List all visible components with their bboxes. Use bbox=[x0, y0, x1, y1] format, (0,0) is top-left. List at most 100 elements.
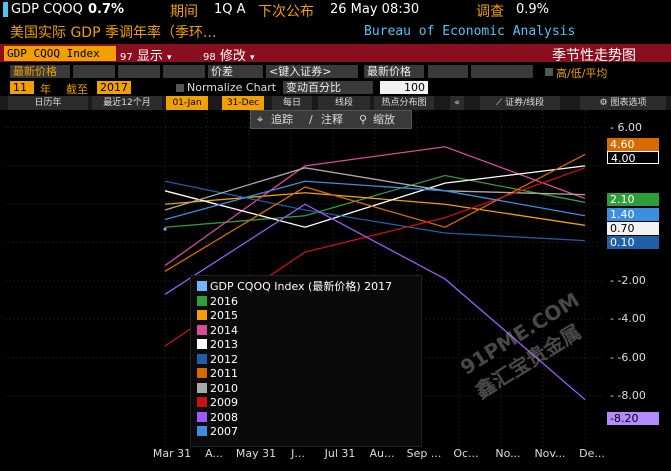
function-toolbar: GDP CQOQ Index 97 显示 ▾ 98 修改 ▾ 季节性走势图 bbox=[0, 44, 671, 64]
x-tick-label: Nov... bbox=[534, 447, 566, 460]
blank-select-5[interactable] bbox=[471, 65, 533, 78]
track-button[interactable]: 追踪 bbox=[271, 111, 293, 128]
blank-select-2[interactable] bbox=[118, 65, 160, 78]
x-tick-label: No... bbox=[495, 447, 521, 460]
x-tick-label: Oc... bbox=[453, 447, 479, 460]
line-button[interactable]: 线段 bbox=[318, 96, 370, 110]
survey-value: 0.9% bbox=[516, 2, 550, 17]
legend[interactable]: GDP CQOQ Index (最新价格) 2017 2016 2015 2014 20… bbox=[190, 275, 422, 447]
x-tick-label: Jul 31 bbox=[324, 447, 356, 460]
legend-swatch bbox=[197, 353, 207, 364]
next-release-value: 26 May 08:30 bbox=[330, 2, 420, 17]
as-of-year-input[interactable]: 2017 bbox=[97, 81, 131, 94]
mode-select[interactable]: 价差 bbox=[208, 65, 263, 78]
blank-select-4[interactable] bbox=[428, 65, 468, 78]
legend-item[interactable]: 2007 bbox=[197, 425, 238, 438]
display-menu-label: 显示 bbox=[136, 49, 163, 64]
legend-item[interactable]: 2015 bbox=[197, 309, 238, 322]
legend-label: 2013 bbox=[210, 338, 238, 351]
legend-swatch bbox=[197, 397, 207, 407]
high-low-avg-checkbox[interactable] bbox=[545, 68, 553, 76]
blank-select-1[interactable] bbox=[73, 65, 115, 78]
period-controls-row: 11 年 截至 2017 Normalize Chart 变动百分比 100 bbox=[0, 80, 671, 96]
legend-item[interactable]: 2010 bbox=[197, 382, 238, 395]
legend-item[interactable]: 2012 bbox=[197, 353, 238, 366]
y-tick-label: - -8.00 bbox=[610, 388, 646, 402]
y-tick-label: - 6.00 bbox=[610, 120, 642, 134]
legend-swatch bbox=[197, 295, 207, 306]
legend-swatch bbox=[197, 426, 207, 436]
blank-select-3[interactable] bbox=[163, 65, 205, 78]
legend-swatch bbox=[197, 368, 207, 378]
legend-label: 2011 bbox=[210, 367, 238, 380]
legend-item[interactable]: 2008 bbox=[197, 411, 238, 424]
security-description: 美国实际 GDP 季调年率（季环... bbox=[10, 25, 217, 41]
years-input[interactable]: 11 bbox=[10, 81, 34, 94]
security-line-button[interactable]: ⟋ 证券/线段 bbox=[480, 96, 560, 110]
tab-calendar-year[interactable]: 日历年 bbox=[8, 96, 88, 110]
legend-label: 2008 bbox=[210, 410, 238, 424]
change-value-input[interactable]: 100 bbox=[380, 81, 428, 94]
zoom-button[interactable]: 缩放 bbox=[373, 111, 395, 128]
annotate-button[interactable]: 注释 bbox=[321, 111, 343, 128]
legend-item[interactable]: 2014 bbox=[197, 324, 238, 337]
value-tag: -8.20 bbox=[607, 412, 659, 425]
chart-options-button[interactable]: ⚙ 图表选项 bbox=[580, 96, 666, 110]
y-tick-label: - -4.00 bbox=[610, 312, 646, 326]
legend-swatch bbox=[197, 324, 207, 335]
pencil-icon[interactable]: ∕ bbox=[309, 111, 313, 128]
heatmap-button[interactable]: 热点分布图 bbox=[374, 96, 434, 110]
price-field-select[interactable]: 最新价格 bbox=[10, 65, 70, 78]
start-date-input[interactable]: 01-Jan bbox=[166, 96, 208, 110]
gear-icon: ⚙ bbox=[599, 98, 608, 108]
value-tag: 4.00 bbox=[607, 151, 659, 165]
series-line-2016[interactable] bbox=[164, 174, 586, 228]
high-low-avg-label: 高/低/平均 bbox=[556, 67, 608, 80]
legend-label: 2010 bbox=[210, 381, 238, 395]
period-value: 1Q A bbox=[214, 2, 246, 17]
normalize-label: Normalize Chart bbox=[187, 81, 277, 94]
price-field-select-2[interactable]: 最新价格 bbox=[364, 65, 424, 78]
chart-tab-row: 日历年 最近12个月 01-Jan 31-Dec 每日 线段 热点分布图 « ⟋… bbox=[0, 96, 671, 110]
end-date-input[interactable]: 31-Dec bbox=[222, 96, 264, 110]
x-tick-label: May 31 bbox=[235, 447, 277, 460]
legend-label: 2016 bbox=[210, 294, 238, 308]
legend-swatch bbox=[197, 310, 207, 320]
edit-menu[interactable]: 98 修改 ▾ bbox=[203, 45, 255, 64]
security-input[interactable]: <键入证券> bbox=[266, 65, 358, 78]
tab-last-12m[interactable]: 最近12个月 bbox=[92, 96, 162, 110]
as-of-label: 截至 bbox=[66, 83, 88, 96]
accent-bar bbox=[3, 2, 8, 17]
legend-item[interactable]: GDP CQOQ Index (最新价格) 2017 bbox=[197, 280, 392, 293]
legend-item[interactable]: 2009 bbox=[197, 396, 238, 409]
legend-label: 2007 bbox=[210, 425, 238, 438]
normalize-checkbox[interactable] bbox=[176, 84, 184, 92]
change-pct-select[interactable]: 变动百分比 bbox=[283, 81, 373, 94]
x-tick-label: J... bbox=[291, 447, 305, 460]
value-tag: 0.10 bbox=[607, 236, 659, 249]
legend-label: 2015 bbox=[210, 309, 238, 322]
legend-label: 2009 bbox=[210, 396, 238, 409]
crosshair-icon[interactable]: ⌖ bbox=[257, 111, 263, 128]
next-release-label: 下次公布 bbox=[258, 4, 314, 20]
legend-label: GDP CQOQ Index (最新价格) 2017 bbox=[210, 280, 393, 293]
chart-line-icon: ⟋ bbox=[495, 98, 503, 108]
chevron-down-icon: ▾ bbox=[250, 53, 255, 63]
function-title: 季节性走势图 bbox=[552, 48, 636, 64]
last-value: 0.7% bbox=[88, 2, 125, 17]
legend-swatch bbox=[197, 411, 207, 422]
series-point-2017[interactable] bbox=[163, 227, 167, 231]
years-label: 年 bbox=[40, 83, 51, 96]
legend-item[interactable]: 2013 bbox=[197, 338, 238, 351]
collapse-button[interactable]: « bbox=[450, 96, 464, 110]
edit-menu-num: 98 bbox=[203, 52, 216, 63]
display-menu[interactable]: 97 显示 ▾ bbox=[120, 45, 172, 64]
legend-item[interactable]: 2011 bbox=[197, 367, 238, 380]
security-line-label: 证券/线段 bbox=[505, 98, 545, 108]
frequency-select[interactable]: 每日 bbox=[272, 96, 312, 110]
survey-label: 调查 bbox=[476, 4, 504, 20]
legend-item[interactable]: 2016 bbox=[197, 295, 238, 308]
legend-swatch bbox=[197, 281, 207, 291]
security-field[interactable]: GDP CQOQ Index bbox=[4, 46, 116, 61]
magnifier-icon[interactable]: ⚲ bbox=[359, 111, 367, 128]
